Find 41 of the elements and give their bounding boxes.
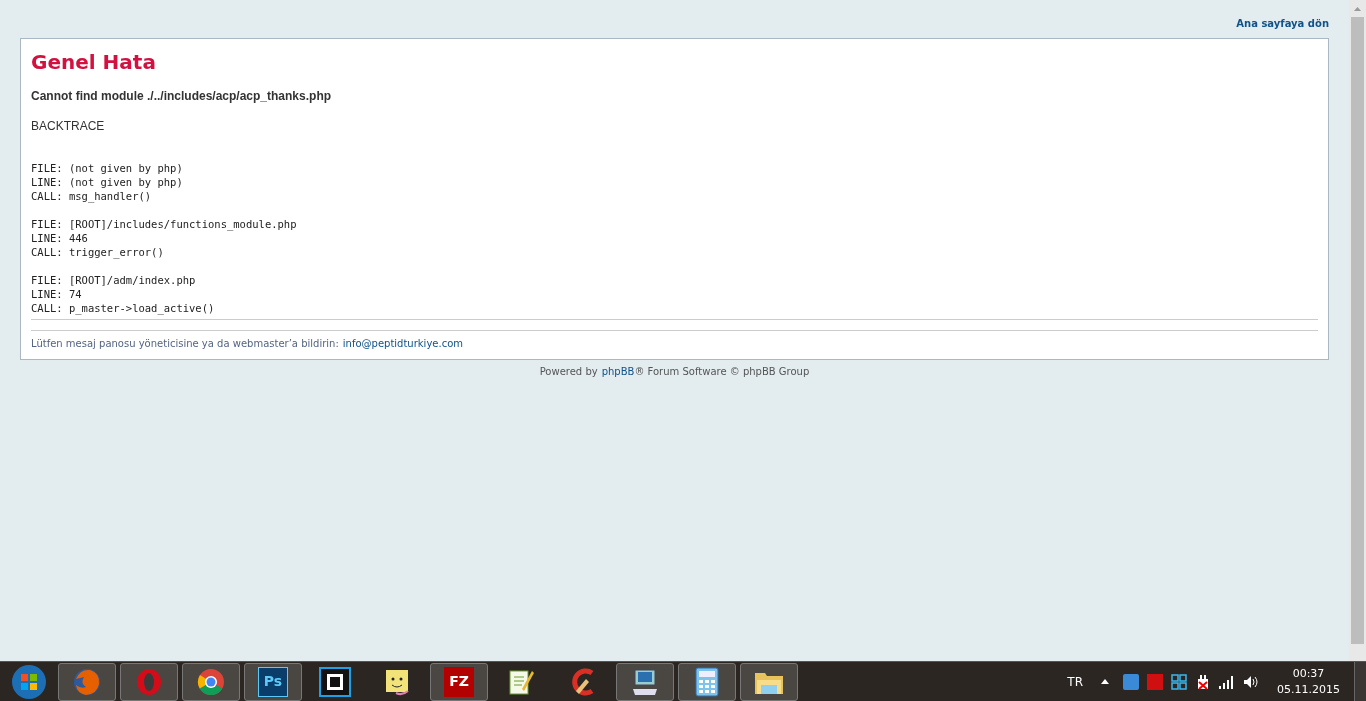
backtrace-line: FILE: [ROOT]/includes/functions_module.php (31, 217, 297, 231)
computer-keyboard-icon (630, 666, 660, 697)
tray-clock[interactable]: 00:37 05.11.2015 (1277, 665, 1340, 698)
backtrace-line: FILE: (not given by php) (31, 161, 183, 175)
fox-globe-icon (72, 666, 102, 697)
email-link[interactable]: info@peptidturkiye.com (342, 336, 463, 351)
taskbar-app[interactable]: FZ (430, 662, 488, 701)
letter-o-icon (134, 666, 164, 697)
chrome-circle-icon (196, 666, 226, 697)
phpbb-link[interactable]: phpBB (601, 364, 635, 379)
backtrace-line: LINE: (not given by php) (31, 175, 183, 189)
backtrace-line: CALL: msg_handler() (31, 189, 152, 203)
windows-orb-icon (11, 663, 47, 700)
error-message: Cannot find module ./../includes/acp/acp_thanks.php (31, 88, 333, 105)
language-indicator[interactable]: TR (1067, 672, 1083, 691)
power-plug-tray-icon[interactable] (1195, 673, 1211, 690)
backtrace-line: CALL: trigger_error() (31, 245, 164, 259)
calculator-icon (694, 666, 720, 697)
taskbar-app[interactable] (740, 662, 798, 701)
contact-text: Lütfen mesaj panosu yöneticisine ya da webmaster’a bildirin: (31, 337, 339, 351)
taskbar-app[interactable] (616, 662, 674, 701)
taskbar-app[interactable] (182, 662, 240, 701)
grid-tray-icon[interactable] (1171, 673, 1187, 690)
forum-software-text: ® Forum Software © phpBB Group (634, 365, 810, 379)
backtrace-line: LINE: 446 (31, 231, 88, 245)
taskbar-app[interactable]: Ps (244, 662, 302, 701)
film-strip-icon (319, 666, 351, 697)
backtrace-line: LINE: 74 (31, 287, 82, 301)
backtrace-line: FILE: [ROOT]/adm/index.php (31, 273, 196, 287)
app-logo-icon: Ps (258, 666, 288, 697)
app-logo-icon: FZ (444, 666, 474, 697)
vertical-scrollbar[interactable] (1349, 0, 1366, 661)
backtrace-heading: BACKTRACE (31, 118, 106, 135)
signal-bars-tray-icon[interactable] (1219, 674, 1235, 689)
scrollbar-thumb[interactable] (1351, 17, 1364, 644)
powered-by-text: Powered by (539, 365, 598, 379)
backtrace-line: CALL: p_master->load_active() (31, 301, 215, 315)
home-link[interactable]: Ana sayfaya dön (1236, 16, 1329, 38)
error-title: Genel Hata (31, 49, 157, 75)
taskbar-app[interactable] (678, 662, 736, 701)
tray-expand-arrow-icon[interactable] (1101, 679, 1109, 684)
